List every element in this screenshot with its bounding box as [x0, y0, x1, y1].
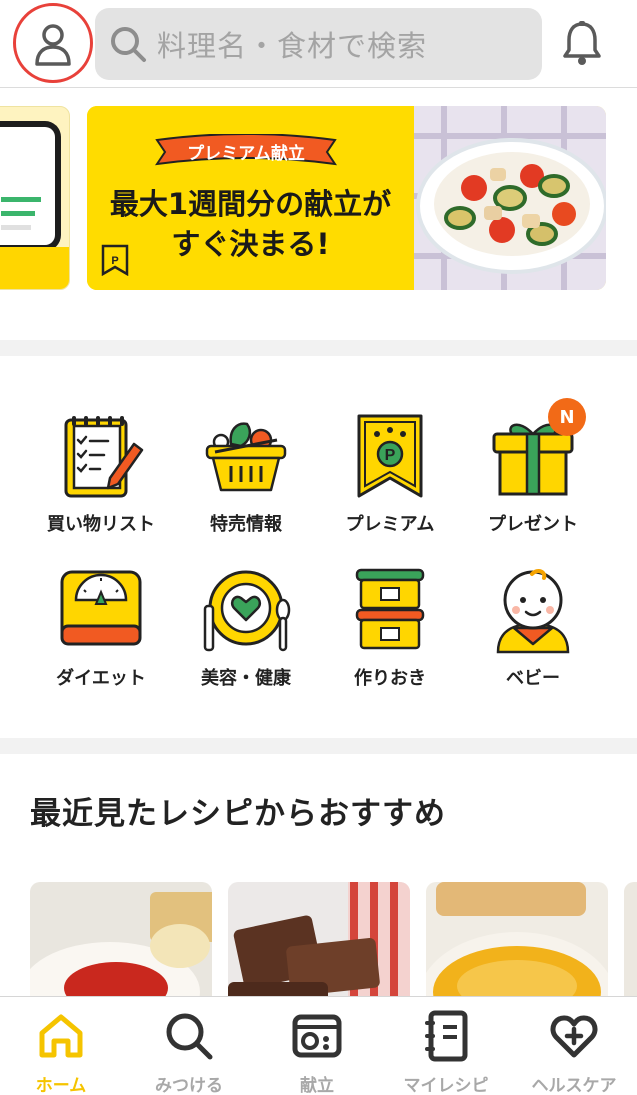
plate-heart-icon: [203, 570, 291, 652]
section-title: 最近見たレシピからおすすめ: [30, 796, 446, 832]
user-icon: [35, 24, 71, 66]
service-sale-info[interactable]: 特売情報: [174, 412, 318, 536]
service-label: プレミアム: [345, 514, 435, 535]
search-icon: [166, 1013, 213, 1060]
service-meal-prep[interactable]: 作りおき: [318, 566, 462, 690]
search-placeholder: 料理名・食材で検索: [157, 29, 428, 63]
container-icon: [355, 568, 425, 650]
premium-badge-icon: P: [101, 244, 129, 276]
recipe-card[interactable]: [624, 882, 637, 1000]
service-grid: 買い物リスト 特売情報 P プレミアム N プレゼント ダイエット 美容・健康 …: [0, 356, 637, 738]
new-badge: N: [548, 398, 586, 436]
tab-my-recipe[interactable]: マイレシピ: [386, 1009, 506, 1095]
service-beauty-health[interactable]: 美容・健康: [174, 566, 318, 690]
service-diet[interactable]: ダイエット: [29, 566, 173, 690]
search-bar[interactable]: 料理名・食材で検索: [95, 8, 542, 80]
banner-previous-bar: [0, 247, 69, 289]
tab-discover[interactable]: みつける: [129, 1009, 249, 1095]
banner-previous[interactable]: [0, 106, 70, 290]
tab-home[interactable]: ホーム: [1, 1009, 121, 1095]
tab-label: ヘルスケア: [531, 1076, 617, 1095]
home-icon: [39, 1014, 83, 1058]
recipe-photo: [426, 882, 608, 1000]
section-divider: [0, 738, 637, 754]
recommend-section: 最近見たレシピからおすすめ: [0, 754, 637, 1000]
service-label: ダイエット: [56, 668, 146, 689]
banner-title-line2: すぐ決まる!: [171, 227, 330, 261]
banner-title: 最大1週間分の献立が すぐ決まる!: [87, 184, 414, 264]
service-label: 美容・健康: [201, 668, 291, 689]
service-shopping-list[interactable]: 買い物リスト: [29, 412, 173, 536]
bell-icon: [563, 21, 601, 65]
premium-flag-icon: P: [357, 414, 423, 498]
banner-carousel[interactable]: プレミアム献立 最大1週間分の献立が すぐ決まる! P: [0, 88, 637, 340]
service-label: 特売情報: [210, 514, 282, 535]
search-icon: [111, 27, 146, 62]
tab-healthcare[interactable]: ヘルスケア: [514, 1009, 634, 1095]
tab-menu-plan[interactable]: 献立: [257, 1009, 377, 1095]
recipe-card[interactable]: [228, 882, 410, 1000]
premium-menu-banner[interactable]: プレミアム献立 最大1週間分の献立が すぐ決まる! P: [87, 106, 606, 290]
shopping-list-icon: [64, 416, 144, 498]
heart-plus-icon: [550, 1015, 598, 1058]
chart-lines-icon: [1, 197, 41, 230]
sale-basket-icon: [205, 422, 287, 492]
baby-icon: [496, 569, 570, 654]
notebook-icon: [425, 1010, 468, 1062]
service-present[interactable]: N プレゼント: [461, 398, 605, 536]
phone-screen: [0, 127, 55, 245]
top-header: 料理名・食材で検索: [0, 0, 637, 88]
section-divider: [0, 340, 637, 356]
tab-label: みつける: [155, 1076, 223, 1095]
recipe-card[interactable]: [426, 882, 608, 1000]
svg-text:P: P: [385, 447, 396, 464]
service-premium[interactable]: P プレミアム: [318, 412, 462, 536]
salad-illustration: [414, 106, 606, 290]
banner-ribbon-label: プレミアム献立: [187, 144, 305, 164]
service-label: プレゼント: [488, 514, 578, 535]
service-baby[interactable]: ベビー: [461, 566, 605, 690]
service-label: ベビー: [506, 668, 560, 689]
recipe-card[interactable]: [30, 882, 212, 1000]
bottom-tab-bar: ホーム みつける 献立 マイレシピ ヘルスケア: [0, 996, 637, 1095]
service-label: 買い物リスト: [47, 514, 155, 535]
recipe-photo: [228, 882, 410, 1000]
tab-label: マイレシピ: [403, 1076, 489, 1095]
svg-text:P: P: [111, 255, 118, 267]
notification-button[interactable]: [556, 16, 608, 72]
menu-plan-icon: [292, 1014, 342, 1058]
banner-title-line1: 最大1週間分の献立が: [109, 187, 392, 221]
salad-photo: [414, 106, 606, 290]
tab-label: ホーム: [35, 1076, 87, 1095]
recipe-photo: [30, 882, 212, 1000]
scale-icon: [60, 570, 142, 646]
tab-label: 献立: [300, 1076, 334, 1095]
recipe-photo: [624, 882, 637, 1000]
service-label: 作りおき: [354, 668, 426, 689]
profile-button[interactable]: [22, 13, 84, 75]
